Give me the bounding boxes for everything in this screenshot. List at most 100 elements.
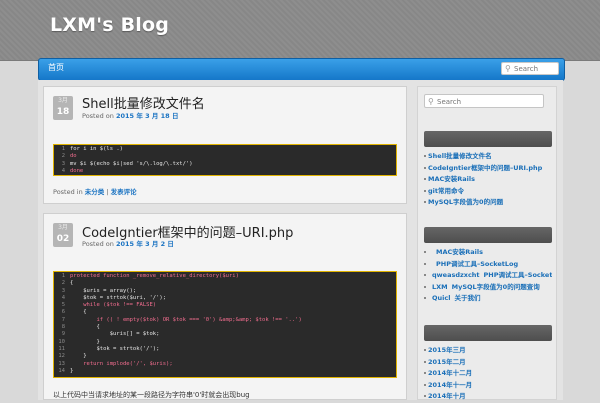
line-number: 4 xyxy=(61,294,65,301)
site-title[interactable]: LXM's Blog xyxy=(50,14,169,36)
recent-post-link[interactable]: CodeIgntier框架中的问题–URI.php xyxy=(424,163,552,175)
code-text: return implode('/', $uris); xyxy=(70,360,173,367)
comment-author[interactable]: Quicl xyxy=(432,294,450,302)
code-block: 1 for i in $(ls .) 2 do 3 mv $i $(echo $i|s… xyxy=(53,144,397,176)
widget-header-recent-comments xyxy=(424,227,552,243)
line-number: 9 xyxy=(61,331,65,338)
comment-post-link[interactable]: PHP调试工具–SocketLog xyxy=(436,260,518,268)
line-number: 11 xyxy=(58,345,65,352)
comment-post-link[interactable]: MySQL字段值为0的问题查询 xyxy=(452,283,540,291)
code-text: { xyxy=(70,324,100,331)
line-number: 10 xyxy=(58,338,65,345)
code-text: while ($tok !== FALSE) xyxy=(70,302,157,309)
code-text: } xyxy=(70,353,87,360)
recent-post-link[interactable]: Shell批量修改文件名 xyxy=(424,151,552,163)
archive-link[interactable]: 2015年三月 xyxy=(424,345,552,357)
nav-search-input[interactable] xyxy=(514,63,558,74)
recent-post-link[interactable]: git常用命令 xyxy=(424,186,552,198)
code-line: 11 $tok = strtok('/'); xyxy=(54,346,396,353)
code-text: protected function _remove_relative_dire… xyxy=(70,273,239,279)
line-number: 3 xyxy=(61,287,65,294)
code-text: done xyxy=(70,167,84,174)
archives-list: 2015年三月 2015年二月 2014年十二月 2014年十一月 2014年十… xyxy=(424,345,552,403)
code-line: 10 } xyxy=(54,339,396,346)
post-date-link[interactable]: 2015 年 3 月 2 日 xyxy=(116,240,174,248)
code-line: 2{ xyxy=(54,280,396,287)
sidebar-search-input[interactable] xyxy=(437,96,537,107)
line-number: 14 xyxy=(58,367,65,374)
code-line: 14} xyxy=(54,368,396,375)
post-meta-prefix: Posted on xyxy=(82,112,116,120)
code-text: if (( ! empty($tok) OR $tok === '0') &am… xyxy=(70,316,302,323)
widget-header-recent-posts xyxy=(424,131,552,147)
line-number: 1 xyxy=(61,273,65,279)
line-number: 8 xyxy=(61,324,65,331)
code-line: 9 $uris[] = $tok; xyxy=(54,331,396,338)
archive-link[interactable]: 2014年十月 xyxy=(424,391,552,403)
recent-comment: MAC安装Rails xyxy=(424,247,552,259)
category-link[interactable]: 未分类 xyxy=(85,188,105,196)
recent-post-link[interactable]: MySQL字段值为0的问题 xyxy=(424,197,552,209)
post-card: 3月 02 CodeIgntier框架中的问题–URI.php Posted o… xyxy=(43,213,407,400)
comment-post-link[interactable]: MAC安装Rails xyxy=(436,248,483,256)
post-card: 3月 18 Shell批量修改文件名 Posted on 2015 年 3 月 … xyxy=(43,86,407,204)
code-text: $tok = strtok('/'); xyxy=(70,345,160,352)
archive-link[interactable]: 2015年二月 xyxy=(424,357,552,369)
code-line: 6 { xyxy=(54,309,396,316)
site-header: LXM's Blog xyxy=(0,0,600,61)
post-date-link[interactable]: 2015 年 3 月 18 日 xyxy=(116,112,178,120)
code-text: for i in $(ls .) xyxy=(70,146,123,152)
search-icon: ⚲ xyxy=(505,64,511,73)
post-meta: Posted on 2015 年 3 月 2 日 xyxy=(82,238,174,248)
post-meta: Posted on 2015 年 3 月 18 日 xyxy=(82,110,178,120)
comment-post-link[interactable]: PHP调试工具–SocketLog xyxy=(484,271,552,279)
code-line: 2 do xyxy=(54,153,396,160)
code-text: $uris = array(); xyxy=(70,287,137,294)
code-line: 5 while ($tok !== FALSE) xyxy=(54,302,396,309)
code-text: $uris[] = $tok; xyxy=(70,331,160,338)
post-date-badge: 3月 18 xyxy=(53,96,73,120)
comment-author[interactable]: qweasdzxcht xyxy=(432,271,480,279)
comment-author[interactable]: LXM xyxy=(432,283,448,291)
line-number: 13 xyxy=(58,360,65,367)
code-line: 4 $tok = strtok($uri, '/'); xyxy=(54,295,396,302)
code-line: 1 for i in $(ls .) xyxy=(54,146,396,153)
nav-search-box[interactable]: ⚲ xyxy=(501,62,559,75)
post-date-month: 3月 xyxy=(58,224,68,231)
code-line: 13 return implode('/', $uris); xyxy=(54,361,396,368)
code-text: do xyxy=(70,153,77,160)
recent-comment: LXM MySQL字段值为0的问题查询 xyxy=(424,282,552,294)
line-number: 12 xyxy=(58,353,65,360)
post-footer-prefix: Posted in xyxy=(53,188,85,196)
code-line: 3 $uris = array(); xyxy=(54,288,396,295)
code-text: } xyxy=(70,338,100,345)
recent-comments-list: MAC安装Rails PHP调试工具–SocketLog qweasdzxcht… xyxy=(424,247,552,305)
post-date-day: 18 xyxy=(56,107,70,117)
code-text: mv $i $(echo $i|sed 's/\.log/\.txt/') xyxy=(70,160,193,167)
main-navbar: 首页 ⚲ xyxy=(38,58,565,81)
archive-link[interactable]: 2014年十二月 xyxy=(424,368,552,380)
recent-comment: PHP调试工具–SocketLog xyxy=(424,259,552,271)
line-number: 2 xyxy=(61,153,65,160)
line-number: 3 xyxy=(61,160,65,167)
widget-header-archives xyxy=(424,325,552,341)
sidebar: ⚲ Shell批量修改文件名 CodeIgntier框架中的问题–URI.php… xyxy=(417,86,557,400)
post-excerpt: 以上代码中当请求地址的某一段路径为字符串'0'时就会出现bug xyxy=(53,391,250,399)
line-number: 4 xyxy=(61,167,65,174)
sidebar-search-box[interactable]: ⚲ xyxy=(424,94,544,108)
code-line: 4 done xyxy=(54,168,396,175)
post-meta-prefix: Posted on xyxy=(82,240,116,248)
post-date-badge: 3月 02 xyxy=(53,223,73,247)
nav-home-link[interactable]: 首页 xyxy=(48,62,64,73)
code-line: 12 } xyxy=(54,353,396,360)
code-line: 3 mv $i $(echo $i|sed 's/\.log/\.txt/') xyxy=(54,161,396,168)
comment-post-link[interactable]: 关于我们 xyxy=(454,294,480,302)
recent-post-link[interactable]: MAC安装Rails xyxy=(424,174,552,186)
search-icon: ⚲ xyxy=(428,97,434,106)
comment-link[interactable]: 发表评论 xyxy=(111,188,137,196)
code-line: 1 protected function _remove_relative_dir… xyxy=(54,273,396,280)
archive-link[interactable]: 2014年十一月 xyxy=(424,380,552,392)
post-footer: Posted in 未分类 | 发表评论 xyxy=(53,186,137,196)
post-date-month: 3月 xyxy=(58,97,68,104)
code-text: } xyxy=(70,367,74,374)
